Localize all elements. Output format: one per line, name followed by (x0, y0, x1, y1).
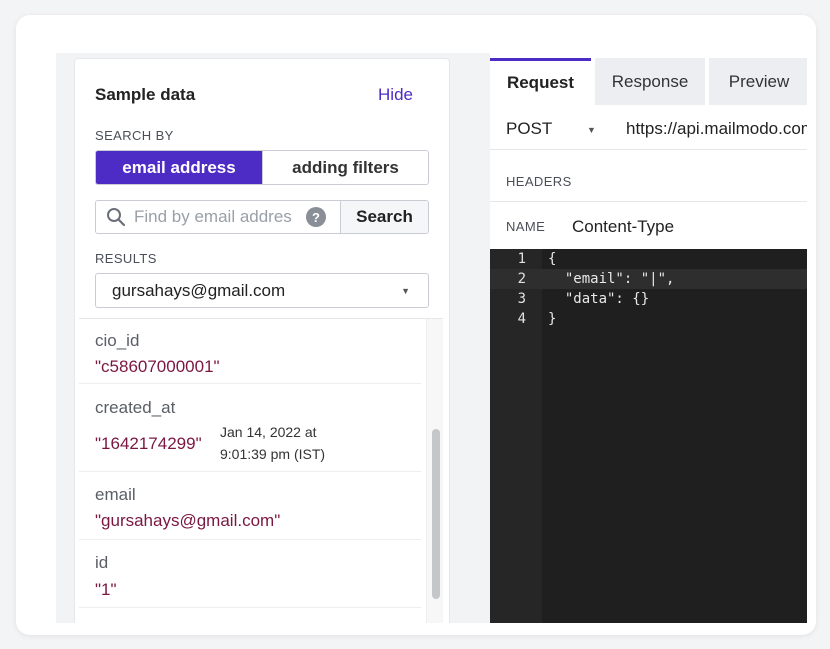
line-number: 4 (517, 311, 526, 327)
code-text: "email": "|", (548, 271, 675, 287)
search-button[interactable]: Search (340, 201, 428, 233)
results-selected-value: gursahays@gmail.com (112, 280, 286, 300)
url-input[interactable]: https://api.mailmodo.com (626, 119, 807, 139)
search-icon (107, 208, 126, 227)
line-number: 3 (517, 291, 526, 307)
code-editor[interactable]: 1 { 2 "email": "|", 3 "data": {} 4 } (490, 249, 807, 623)
results-select[interactable]: gursahays@gmail.com ▼ (95, 273, 429, 308)
results-label: RESULTS (95, 251, 157, 266)
code-text: } (548, 311, 557, 327)
field-date-line2: 9:01:39 pm (IST) (220, 446, 326, 462)
list-item: email "gursahays@gmail.com" (79, 472, 421, 540)
list-item: created_at "1642174299" Jan 14, 2022 at … (79, 384, 421, 472)
search-input[interactable] (134, 207, 302, 227)
hide-link[interactable]: Hide (378, 85, 413, 105)
divider (490, 201, 807, 202)
field-date-line1: Jan 14, 2022 at (220, 424, 317, 440)
method-select[interactable]: POST (506, 119, 552, 139)
chevron-down-icon: ▼ (401, 286, 410, 296)
field-value: "1" (95, 580, 117, 599)
search-mode-toggle: email address adding filters (95, 150, 429, 185)
chevron-down-icon[interactable]: ▼ (587, 125, 596, 135)
field-key: id (95, 553, 109, 572)
list-item: cio_id "c58607000001" (79, 319, 421, 384)
search-mode-filters-button[interactable]: adding filters (262, 151, 428, 184)
tab-request[interactable]: Request (490, 58, 591, 105)
search-bar: ? Search (95, 200, 429, 234)
sample-data-title: Sample data (95, 85, 196, 104)
line-number: 2 (517, 271, 526, 287)
code-line: 1 { (490, 249, 807, 269)
search-field: ? (96, 201, 340, 233)
request-line: POST ▼ https://api.mailmodo.com (490, 105, 807, 150)
fields-scrollbar[interactable] (426, 319, 443, 623)
code-text: "data": {} (548, 291, 650, 307)
code-line-active: 2 "email": "|", (490, 269, 807, 289)
request-panel: Request Response Preview POST ▼ https://… (490, 53, 807, 623)
search-mode-email-button[interactable]: email address (96, 151, 262, 184)
header-name-value[interactable]: Content-Type (572, 217, 674, 237)
field-value: "c58607000001" (95, 357, 220, 376)
workspace: Sample data Hide SEARCH BY email address… (56, 53, 807, 623)
headers-label: HEADERS (506, 174, 572, 189)
request-tabs: Request Response Preview (490, 58, 807, 105)
help-icon[interactable]: ? (306, 207, 326, 227)
field-key: email (95, 485, 136, 504)
field-key: cio_id (95, 331, 140, 350)
tab-response[interactable]: Response (595, 58, 705, 105)
tab-preview[interactable]: Preview (709, 58, 807, 105)
field-value: "1642174299" (95, 434, 202, 453)
header-name-label: NAME (506, 219, 546, 234)
code-line: 3 "data": {} (490, 289, 807, 309)
field-value: "gursahays@gmail.com" (95, 511, 281, 530)
field-key: created_at (95, 398, 176, 417)
code-line: 4 } (490, 309, 807, 329)
list-item: id "1" (79, 540, 421, 608)
line-number: 1 (517, 251, 526, 267)
scrollbar-thumb[interactable] (432, 429, 440, 599)
app-card: Sample data Hide SEARCH BY email address… (16, 15, 816, 635)
fields-list: cio_id "c58607000001" created_at "164217… (79, 318, 443, 623)
search-by-label: SEARCH BY (95, 128, 174, 143)
code-text: { (548, 251, 557, 267)
sample-data-panel: Sample data Hide SEARCH BY email address… (74, 58, 450, 623)
